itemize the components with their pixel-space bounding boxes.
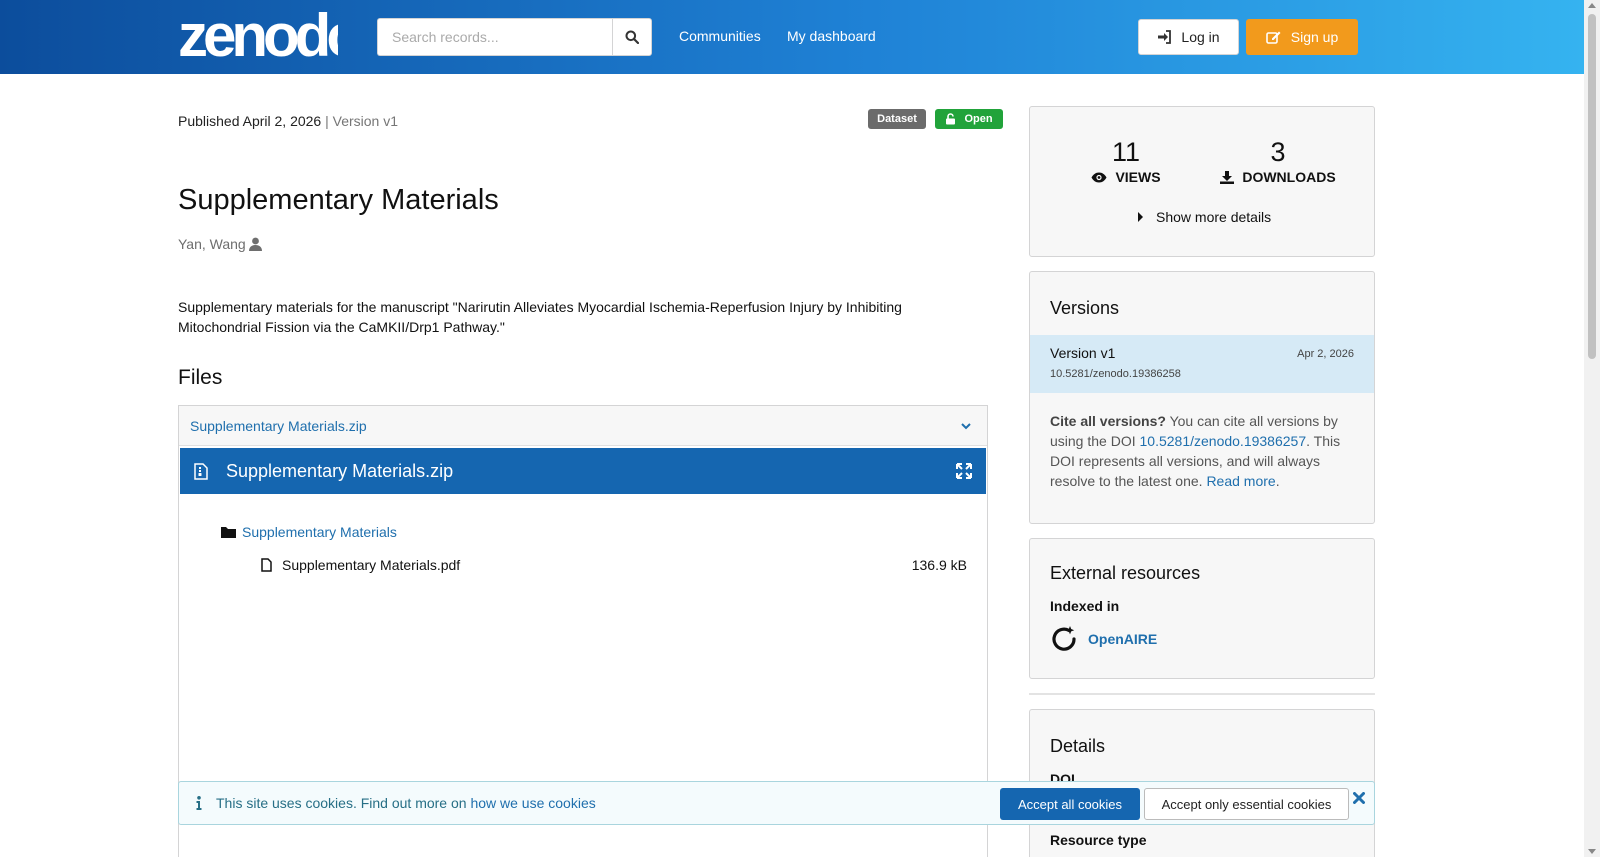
page-scrollbar[interactable] (1584, 0, 1600, 857)
preview-header: Supplementary Materials.zip (180, 448, 986, 494)
version-item[interactable]: Version v1 Apr 2, 2026 10.5281/zenodo.19… (1030, 335, 1374, 393)
scroll-down-arrow[interactable] (1588, 849, 1596, 854)
user-icon (248, 237, 262, 251)
folder-icon (221, 527, 236, 538)
preview-file-name: Supplementary Materials.zip (226, 460, 454, 481)
author-name: Yan, Wang (178, 236, 246, 252)
record-description: Supplementary materials for the manuscri… (178, 299, 902, 335)
versions-card: Versions Version v1 Apr 2, 2026 10.5281/… (1029, 271, 1375, 524)
scroll-up-arrow[interactable] (1588, 3, 1596, 8)
close-icon[interactable] (1353, 792, 1365, 804)
tree-file-row: Supplementary Materials.pdf 136.9 kB (261, 557, 967, 573)
views-label: VIEWS (1115, 169, 1161, 185)
login-icon (1158, 30, 1172, 44)
accept-all-cookies-button[interactable]: Accept all cookies (1000, 788, 1140, 820)
caret-right-icon (1138, 212, 1143, 222)
views-label-row: VIEWS (1086, 169, 1166, 185)
tree-folder: Supplementary Materials (221, 524, 397, 540)
access-badge: Open (935, 109, 1003, 129)
read-more-link[interactable]: Read more (1206, 473, 1275, 489)
zenodo-logo[interactable]: zenodo (178, 6, 338, 62)
archive-link[interactable]: Supplementary Materials.zip (190, 418, 367, 434)
lock-open-icon (946, 113, 956, 125)
version-date: Apr 2, 2026 (1297, 348, 1354, 360)
file-icon (261, 558, 272, 572)
openaire-icon (1052, 626, 1076, 651)
chevron-down-icon[interactable] (961, 422, 971, 430)
signup-label: Sign up (1290, 29, 1339, 45)
record-title: Supplementary Materials (178, 184, 499, 216)
logo-text: zenodo (178, 6, 338, 62)
indexed-in-label: Indexed in (1050, 598, 1120, 614)
search-button[interactable] (612, 18, 652, 56)
resource-type-badge: Dataset (868, 109, 926, 129)
edit-icon (1265, 31, 1281, 44)
folder-link[interactable]: Supplementary Materials (242, 524, 397, 540)
show-more-details[interactable]: Show more details (1138, 209, 1271, 225)
openaire-link[interactable]: OpenAIRE (1050, 625, 1157, 653)
author[interactable]: Yan, Wang (178, 236, 263, 252)
cookie-message: This site uses cookies. Find out more on… (216, 795, 596, 811)
stats-card: 11 VIEWS 3 DOWNLOADS Show more details (1029, 106, 1375, 257)
search-input[interactable] (377, 18, 612, 56)
published-date: Published April 2, 2026 (178, 113, 322, 129)
files-accordion-header[interactable]: Supplementary Materials.zip (179, 406, 987, 446)
cookie-policy-link[interactable]: how we use cookies (470, 795, 595, 811)
version-doi: 10.5281/zenodo.19386258 (1050, 368, 1181, 380)
nav-communities[interactable]: Communities (679, 28, 761, 44)
external-resources-card: External resources Indexed in OpenAIRE (1029, 538, 1375, 679)
details-heading: Details (1050, 736, 1106, 756)
scroll-thumb[interactable] (1588, 14, 1596, 359)
views-count: 11 (1111, 137, 1141, 167)
downloads-stat: 3 DOWNLOADS (1218, 137, 1338, 185)
eye-icon (1091, 172, 1107, 182)
login-button[interactable]: Log in (1138, 19, 1239, 55)
resource-type-text: Dataset (877, 113, 917, 125)
concept-doi-link[interactable]: 10.5281/zenodo.19386257 (1140, 433, 1307, 449)
cite-all-versions: Cite all versions? You can cite all vers… (1050, 411, 1356, 491)
login-label: Log in (1181, 29, 1220, 45)
file-name: Supplementary Materials.pdf (282, 557, 461, 573)
resource-type-label: Resource type (1050, 832, 1147, 848)
cookie-banner: This site uses cookies. Find out more on… (178, 781, 1375, 825)
sidebar-divider (1029, 693, 1375, 695)
downloads-count: 3 (1270, 137, 1286, 167)
more-details-label: Show more details (1156, 209, 1272, 225)
cite-bold: Cite all versions? (1050, 413, 1166, 429)
versions-heading: Versions (1050, 298, 1120, 318)
accept-essential-cookies-button[interactable]: Accept only essential cookies (1144, 788, 1349, 820)
search-bar (377, 18, 652, 56)
download-icon (1220, 170, 1235, 184)
files-heading: Files (178, 366, 223, 389)
file-archive-icon (194, 462, 208, 480)
signup-button[interactable]: Sign up (1246, 19, 1358, 55)
version-label: | Version v1 (325, 113, 399, 129)
external-heading: External resources (1050, 563, 1201, 583)
downloads-label: DOWNLOADS (1242, 169, 1336, 185)
cite-period: . (1275, 473, 1280, 489)
views-stat: 11 VIEWS (1086, 137, 1166, 185)
search-icon (625, 30, 639, 44)
openaire-label: OpenAIRE (1088, 631, 1158, 647)
access-text: Open (964, 113, 993, 125)
downloads-label-row: DOWNLOADS (1218, 169, 1338, 185)
file-size: 136.9 kB (911, 557, 967, 573)
info-icon (196, 796, 202, 810)
cookie-message-text: This site uses cookies. Find out more on (216, 795, 471, 811)
nav-my-dashboard[interactable]: My dashboard (787, 28, 876, 44)
expand-icon[interactable] (956, 463, 972, 479)
top-navbar: zenodo Communities My dashboard Log in S… (0, 0, 1584, 74)
publication-info: Published April 2, 2026 | Version v1 (178, 113, 398, 129)
